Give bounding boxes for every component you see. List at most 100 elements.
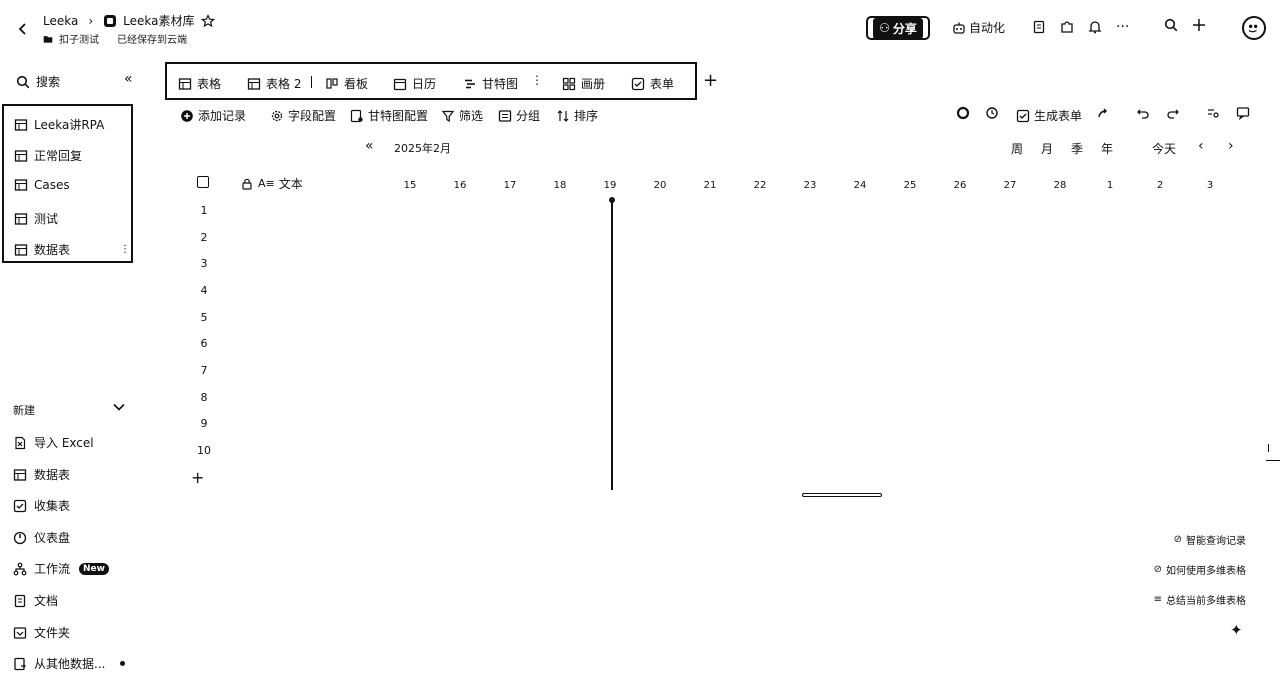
search-icon[interactable] xyxy=(1164,18,1178,32)
select-all-checkbox[interactable] xyxy=(197,176,209,188)
share-button[interactable]: ⚇ 分享 xyxy=(866,16,930,40)
new-item-label: 文件夹 xyxy=(34,626,71,640)
table-row-number[interactable]: 5 xyxy=(194,311,214,324)
history-icon[interactable] xyxy=(985,106,999,124)
table-row-number[interactable]: 7 xyxy=(194,364,214,377)
new-import-excel[interactable]: 导入 Excel xyxy=(13,434,94,451)
zoom-quarter[interactable]: 季 xyxy=(1071,140,1083,157)
today-button[interactable]: 今天 xyxy=(1152,140,1176,157)
plugin-icon[interactable] xyxy=(1060,20,1074,34)
table-icon xyxy=(178,77,192,91)
new-table[interactable]: 数据表 xyxy=(13,466,70,483)
new-item-label: 收集表 xyxy=(34,499,71,513)
chevron-left-icon[interactable]: ‹ xyxy=(1198,138,1204,154)
sidebar-item-table[interactable]: 数据表 ⋮ xyxy=(14,241,130,258)
table-row-number[interactable]: 9 xyxy=(194,417,214,430)
tab-label: 看板 xyxy=(344,77,369,91)
chevron-right-icon[interactable]: › xyxy=(1228,138,1234,154)
add-record-button[interactable]: 添加记录 xyxy=(180,107,246,124)
sidebar-item-table[interactable]: 测试 xyxy=(14,210,58,227)
gallery-icon xyxy=(562,77,576,91)
sidebar-item-table[interactable]: Leeka讲RPA xyxy=(14,116,104,133)
field-config-button[interactable]: 字段配置 xyxy=(270,107,336,124)
tab-table-2[interactable]: 表格 2 xyxy=(247,75,301,92)
star-icon[interactable] xyxy=(200,13,215,28)
table-row-number[interactable]: 2 xyxy=(194,231,214,244)
ai-suggestion[interactable]: ≡ 总结当前多维表格 xyxy=(1154,592,1246,607)
table-row-number[interactable]: 1 xyxy=(194,204,214,217)
horizontal-scrollbar[interactable] xyxy=(802,493,882,497)
tab-label: 表格 2 xyxy=(266,77,302,91)
tab-gantt[interactable]: 甘特图 xyxy=(463,75,518,92)
sort-icon xyxy=(556,109,570,123)
group-button[interactable]: 分组 xyxy=(498,107,540,124)
sparkle-icon[interactable]: ✦ xyxy=(1230,621,1243,639)
comment-icon[interactable] xyxy=(1236,106,1250,124)
add-view-button[interactable]: + xyxy=(703,70,718,91)
generate-form-button[interactable]: 生成表单 xyxy=(1016,107,1082,124)
ai-suggestion[interactable]: ⊘ 智能查询记录 xyxy=(1174,532,1246,547)
day-label: 17 xyxy=(503,180,517,191)
folder-name[interactable]: 扣子测试 xyxy=(59,31,99,46)
collapse-sidebar-icon[interactable]: « xyxy=(124,71,133,87)
gantt-config-button[interactable]: 甘特图配置 xyxy=(350,107,428,124)
column-header-label: 文本 xyxy=(278,177,303,191)
more-vertical-icon[interactable]: ⋮ xyxy=(120,244,130,255)
bell-icon[interactable] xyxy=(1088,20,1102,34)
sidebar-item-table[interactable]: 正常回复 xyxy=(14,147,82,164)
list-icon: ≡ xyxy=(1153,594,1162,605)
table-row-number[interactable]: 10 xyxy=(194,444,214,457)
robot-icon xyxy=(952,21,966,35)
find-replace-icon[interactable] xyxy=(1206,106,1220,124)
avatar[interactable] xyxy=(1242,16,1266,40)
new-document[interactable]: 文档 xyxy=(13,592,58,609)
undo-icon[interactable] xyxy=(1136,106,1150,124)
breadcrumb-sub: 扣子测试 已经保存到云端 xyxy=(43,31,187,46)
new-item-label: 工作流 xyxy=(34,562,71,576)
filter-button[interactable]: 筛选 xyxy=(441,107,483,124)
ai-suggestion[interactable]: ⊘ 如何使用多维表格 xyxy=(1154,562,1246,577)
plus-icon[interactable] xyxy=(1192,18,1206,32)
tab-gallery[interactable]: 画册 xyxy=(562,75,605,92)
zoom-month[interactable]: 月 xyxy=(1041,140,1053,157)
base-name[interactable]: Leeka素材库 xyxy=(123,12,194,29)
tab-label: 甘特图 xyxy=(482,77,519,91)
new-folder[interactable]: 文件夹 xyxy=(13,624,70,641)
sidebar-item-table[interactable]: Cases xyxy=(14,178,70,192)
table-row-number[interactable]: 4 xyxy=(194,284,214,297)
back-button[interactable] xyxy=(16,18,30,37)
share-out-icon[interactable] xyxy=(1096,106,1110,124)
more-vertical-icon[interactable]: ⋮ xyxy=(531,73,543,87)
new-import-other[interactable]: 从其他数据... xyxy=(13,655,126,672)
tab-kanban[interactable]: 看板 xyxy=(325,75,368,92)
chevron-down-icon[interactable] xyxy=(112,400,126,417)
search-label: 搜索 xyxy=(36,75,61,89)
resize-handle[interactable] xyxy=(1268,444,1269,452)
new-workflow[interactable]: 工作流 New xyxy=(13,560,109,577)
table-row-number[interactable]: 6 xyxy=(194,337,214,350)
column-header-text[interactable]: A≡ 文本 xyxy=(240,175,303,192)
sidebar-search[interactable]: 搜索 xyxy=(16,73,60,90)
sort-button[interactable]: 排序 xyxy=(556,107,598,124)
scroll-left-icon[interactable]: « xyxy=(365,138,374,154)
table-row-number[interactable]: 3 xyxy=(194,257,214,270)
user-add-icon: ⚇ xyxy=(879,21,890,35)
zoom-week[interactable]: 周 xyxy=(1011,140,1023,157)
automation-button[interactable]: 自动化 xyxy=(952,19,1005,36)
table-row-number[interactable]: 8 xyxy=(194,391,214,404)
tab-calendar[interactable]: 日历 xyxy=(393,75,436,92)
status-circle-icon[interactable] xyxy=(956,106,970,124)
breadcrumb-workspace[interactable]: Leeka xyxy=(43,14,78,28)
zoom-year[interactable]: 年 xyxy=(1101,140,1113,157)
day-label: 23 xyxy=(803,180,817,191)
new-dashboard[interactable]: 仪表盘 xyxy=(13,529,70,546)
month-label: 2025年2月 xyxy=(394,142,451,155)
more-icon[interactable]: ··· xyxy=(1116,19,1129,35)
document-icon[interactable] xyxy=(1032,20,1046,34)
tab-table[interactable]: 表格 xyxy=(178,75,221,92)
redo-icon[interactable] xyxy=(1166,106,1180,124)
search-icon xyxy=(16,75,30,89)
add-row-button[interactable]: + xyxy=(191,468,204,487)
tab-form[interactable]: 表单 xyxy=(631,75,674,92)
new-form[interactable]: 收集表 xyxy=(13,497,70,514)
